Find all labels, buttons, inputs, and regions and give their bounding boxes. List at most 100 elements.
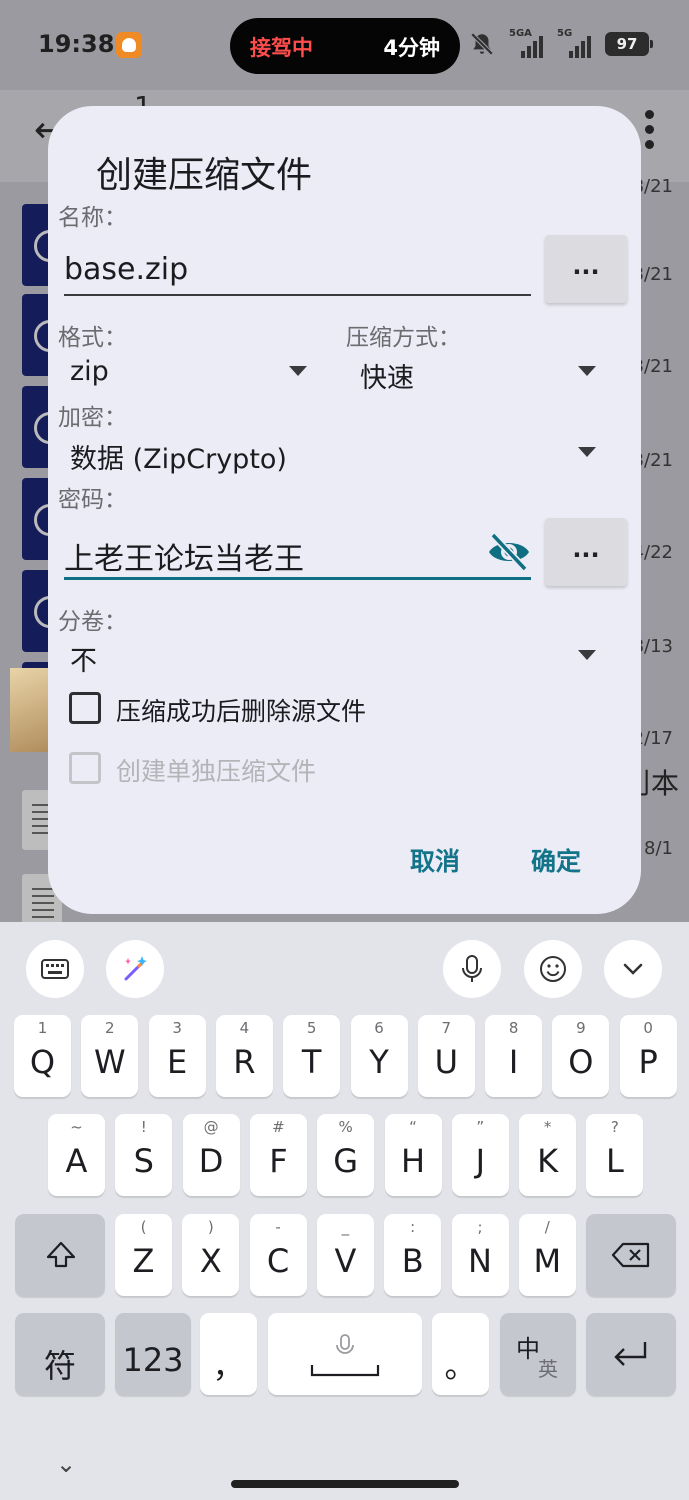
name-underline [64, 294, 531, 296]
password-input[interactable]: 上老王论坛当老王 [64, 534, 304, 578]
key-f[interactable]: # F [249, 1114, 307, 1196]
key-hint: 3 [172, 1019, 182, 1037]
key-hint: 4 [239, 1019, 250, 1037]
language-switch-key[interactable]: 中 英 [500, 1313, 576, 1395]
key-label: E [166, 1043, 188, 1081]
symbols-key-label: 符 [43, 1347, 76, 1385]
ai-writing-button[interactable] [106, 940, 164, 998]
collapse-chevron-icon[interactable]: ⌄ [56, 1450, 76, 1478]
key-label: Q [29, 1043, 56, 1081]
app-notification-icon [116, 32, 142, 58]
key-d[interactable]: @ D [182, 1114, 240, 1196]
delete-source-checkbox[interactable] [69, 692, 101, 724]
key-y[interactable]: 6Y [350, 1015, 408, 1097]
period-key[interactable]: 。 [432, 1313, 489, 1395]
method-label: 压缩方式： [346, 325, 461, 351]
key-b[interactable]: :B [384, 1214, 442, 1296]
key-g[interactable]: % G [317, 1114, 375, 1196]
symbols-key[interactable]: 符 [15, 1313, 105, 1395]
key-x[interactable]: ) X [182, 1214, 240, 1296]
shift-key[interactable] [15, 1214, 105, 1296]
key-p[interactable]: 0P [619, 1015, 677, 1097]
key-label: X [199, 1242, 222, 1280]
password-underline [64, 577, 531, 580]
key-t[interactable]: 5T [283, 1015, 341, 1097]
key-k[interactable]: * K [519, 1114, 577, 1196]
key-hint: 2 [105, 1019, 115, 1037]
emoji-icon [540, 956, 566, 982]
key-label: H [400, 1142, 426, 1180]
key-a[interactable]: ~ A [48, 1114, 105, 1196]
key-label: S [133, 1142, 154, 1180]
comma-key[interactable]: ， [200, 1313, 257, 1395]
microphone-icon [336, 1334, 354, 1354]
backspace-key[interactable] [586, 1214, 676, 1296]
key-r[interactable]: 4R [215, 1015, 273, 1097]
battery-icon: 97 [605, 32, 653, 56]
key-label: J [475, 1142, 486, 1180]
numbers-key-label: 123 [122, 1341, 184, 1379]
emoji-button[interactable] [524, 940, 582, 998]
key-label: M [533, 1242, 562, 1280]
key-v[interactable]: _ V [316, 1214, 374, 1296]
key-j[interactable]: ” J [451, 1114, 509, 1196]
key-hint: 0 [643, 1019, 653, 1037]
password-label: 密码： [58, 487, 127, 513]
soft-keyboard: 1Q2W3E4R5T6Y7U8I9O0P ~ A! S @ D # F% G “H” J * K? L … [0, 922, 689, 1500]
chevron-down-icon [578, 447, 596, 457]
key-n[interactable]: ; N [451, 1214, 509, 1296]
archive-name-input[interactable]: base.zip [64, 252, 188, 287]
create-archive-dialog: 创建压缩文件 名称： base.zip ... 格式： 压缩方式： zip 快速… [48, 106, 641, 914]
password-options-button[interactable]: ... [545, 518, 627, 586]
enter-key[interactable] [586, 1313, 676, 1395]
key-z[interactable]: (Z [115, 1214, 172, 1296]
hide-keyboard-button[interactable] [604, 940, 662, 998]
space-key[interactable] [268, 1313, 422, 1395]
key-hint: _ [341, 1218, 350, 1236]
ride-eta: 4分钟 [383, 36, 440, 60]
format-value: zip [70, 356, 109, 387]
chevron-down-icon [578, 366, 596, 376]
key-s[interactable]: ! S [115, 1114, 173, 1196]
key-m[interactable]: / M [518, 1214, 576, 1296]
more-vert-icon [645, 110, 655, 155]
image-thumbnail [10, 668, 52, 752]
key-e[interactable]: 3E [148, 1015, 206, 1097]
voice-input-button[interactable] [443, 940, 501, 998]
key-u[interactable]: 7U [417, 1015, 475, 1097]
key-hint: 8 [508, 1019, 519, 1037]
backspace-icon [611, 1242, 650, 1268]
shift-icon [46, 1241, 76, 1268]
key-h[interactable]: “H [384, 1114, 442, 1196]
chevron-down-icon [289, 366, 307, 376]
key-label: W [93, 1043, 126, 1081]
key-q[interactable]: 1Q [14, 1015, 71, 1097]
numbers-key[interactable]: 123 [115, 1313, 191, 1395]
ok-button[interactable]: 确定 [531, 842, 581, 878]
live-activity-pill[interactable]: 接驾中 4分钟 [230, 18, 460, 74]
key-label: A [65, 1142, 88, 1180]
delete-source-label[interactable]: 压缩成功后删除源文件 [116, 692, 366, 728]
chevron-down-icon [578, 650, 596, 660]
magic-pen-icon [124, 956, 147, 981]
browse-name-button[interactable]: ... [545, 235, 627, 303]
chevron-down-icon [623, 963, 643, 975]
home-indicator[interactable] [231, 1480, 459, 1488]
key-l[interactable]: ? L [586, 1114, 644, 1196]
cancel-button[interactable]: 取消 [410, 842, 460, 878]
key-hint: - [275, 1218, 281, 1236]
ride-status: 接驾中 [250, 36, 313, 60]
key-label: C [266, 1242, 290, 1280]
separate-archives-label: 创建单独压缩文件 [116, 757, 317, 786]
key-hint: ( [140, 1218, 147, 1236]
key-c[interactable]: -C [249, 1214, 307, 1296]
format-label: 格式： [58, 325, 127, 351]
bell-muted-icon [470, 32, 494, 56]
key-o[interactable]: 9O [552, 1015, 610, 1097]
key-i[interactable]: 8I [485, 1015, 543, 1097]
visibility-off-icon[interactable] [486, 532, 532, 572]
key-w[interactable]: 2W [81, 1015, 139, 1097]
keyboard-settings-button[interactable] [26, 940, 84, 998]
encrypt-value: 数据 (ZipCrypto) [70, 444, 287, 475]
method-value: 快速 [360, 363, 414, 394]
